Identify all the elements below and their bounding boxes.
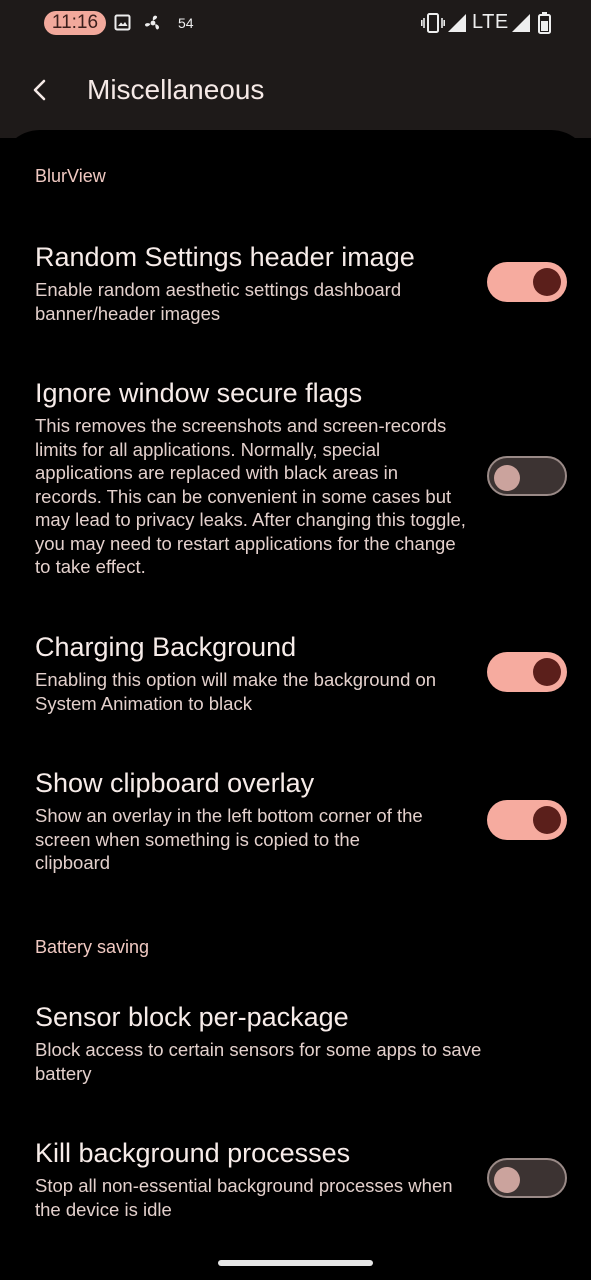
charging-background-toggle[interactable]	[487, 652, 567, 692]
pref-summary: Enable random aesthetic settings dashboa…	[35, 279, 402, 324]
pref-title: Sensor block per-package	[35, 1002, 349, 1032]
back-button[interactable]	[22, 72, 58, 108]
pref-summary: Block access to certain sensors for some…	[35, 1039, 482, 1084]
pref-random-header-image[interactable]: Random Settings header image Enable rand…	[0, 240, 591, 335]
signal-icon	[448, 14, 466, 32]
fan-icon	[145, 15, 160, 30]
pref-summary: Show an overlay in the left bottom corne…	[35, 805, 423, 873]
pref-title: Charging Background	[35, 632, 297, 662]
toggle-thumb	[533, 268, 561, 296]
pref-kill-background[interactable]: Kill background processes Stop all non-e…	[0, 1136, 591, 1231]
random-header-image-toggle[interactable]	[487, 262, 567, 302]
toggle-thumb	[533, 806, 561, 834]
settings-list[interactable]: BlurView Random Settings header image En…	[0, 130, 591, 1280]
toggle-thumb	[494, 1167, 520, 1193]
pref-clipboard-overlay[interactable]: Show clipboard overlay Show an overlay i…	[0, 766, 591, 881]
notification-count: 54	[178, 15, 194, 31]
network-type: LTE	[472, 11, 509, 33]
app-bar: Miscellaneous	[0, 48, 591, 138]
pref-title: Ignore window secure flags	[35, 378, 363, 408]
status-time: 11:16	[44, 11, 106, 35]
pref-summary: Stop all non-essential background proces…	[35, 1175, 453, 1220]
section-header-battery-saving: Battery saving	[35, 937, 150, 957]
kill-background-toggle[interactable]	[487, 1158, 567, 1198]
pref-title: Random Settings header image	[35, 242, 415, 272]
pref-summary: This removes the screenshots and screen-…	[35, 415, 466, 577]
home-indicator[interactable]	[218, 1260, 373, 1266]
toggle-thumb	[494, 465, 520, 491]
toggle-thumb	[533, 658, 561, 686]
pref-ignore-secure-flags[interactable]: Ignore window secure flags This removes …	[0, 376, 591, 586]
pref-sensor-block[interactable]: Sensor block per-package Block access to…	[0, 1000, 591, 1090]
battery-icon	[538, 12, 551, 34]
pref-title: Kill background processes	[35, 1138, 351, 1168]
section-header-blurview: BlurView	[35, 166, 106, 186]
image-icon	[114, 14, 131, 31]
status-bar: 11:16 54 LTE	[0, 0, 591, 48]
vibrate-icon	[421, 13, 445, 33]
clipboard-overlay-toggle[interactable]	[487, 800, 567, 840]
chevron-left-icon	[33, 79, 46, 101]
pref-charging-background[interactable]: Charging Background Enabling this option…	[0, 630, 591, 725]
pref-title: Show clipboard overlay	[35, 768, 315, 798]
pref-summary: Enabling this option will make the backg…	[35, 669, 437, 714]
ignore-secure-flags-toggle[interactable]	[487, 456, 567, 496]
page-title: Miscellaneous	[87, 74, 265, 105]
signal-icon	[512, 14, 530, 32]
